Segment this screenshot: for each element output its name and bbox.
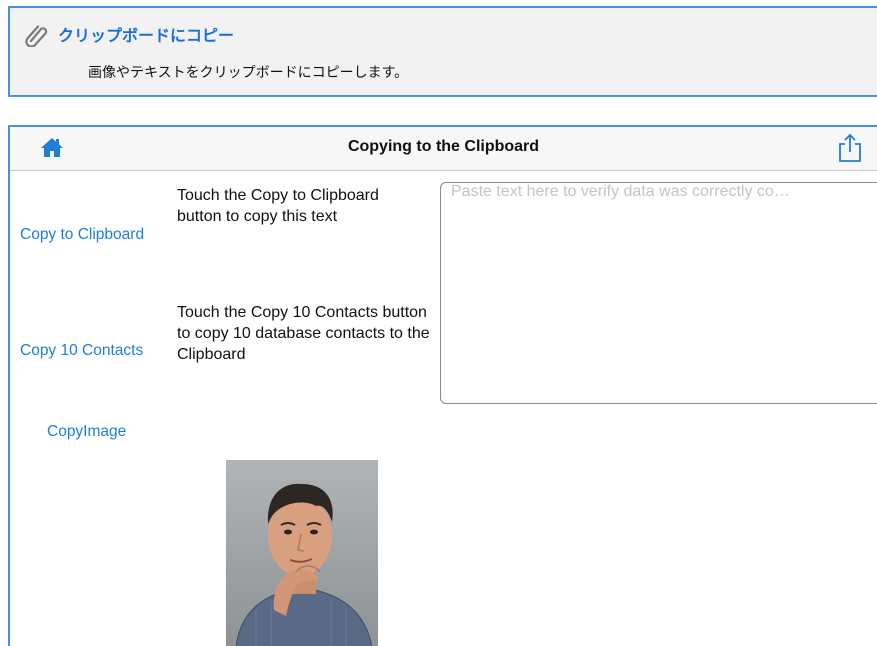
info-title: クリップボードにコピー xyxy=(58,26,235,45)
copy-text-description: Touch the Copy to Clipboard button to co… xyxy=(177,187,379,225)
app-screen: Copying to the Clipboard Copy to Clipboa… xyxy=(8,125,877,646)
portrait-photo xyxy=(226,460,378,646)
copy-to-clipboard-button[interactable]: Copy to Clipboard xyxy=(20,226,144,244)
info-title-row: クリップボードにコピー xyxy=(24,21,234,47)
paperclip-icon xyxy=(25,25,48,47)
page-title: Copying to the Clipboard xyxy=(347,138,540,155)
navigation-bar: Copying to the Clipboard xyxy=(10,127,877,171)
portrait-image xyxy=(226,460,378,646)
paste-text-area[interactable] xyxy=(440,182,877,404)
share-icon[interactable] xyxy=(837,133,863,163)
copy-contacts-description: Touch the Copy 10 Contacts button to cop… xyxy=(177,304,430,363)
copy-10-contacts-button[interactable]: Copy 10 Contacts xyxy=(20,342,143,360)
info-banner: クリップボードにコピー 画像やテキストをクリップボードにコピーします。 xyxy=(8,6,877,97)
copy-image-button[interactable]: CopyImage xyxy=(47,423,126,441)
info-description: 画像やテキストをクリップボードにコピーします。 xyxy=(88,65,409,81)
